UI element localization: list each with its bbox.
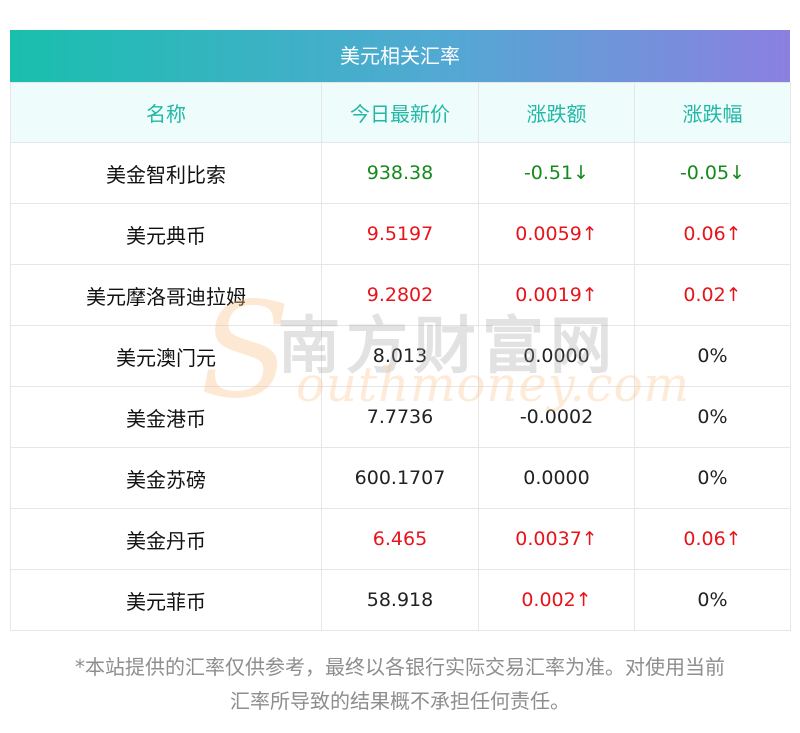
latest-price: 9.5197: [321, 203, 479, 265]
currency-name: 美金苏磅: [10, 447, 322, 509]
table-row: 美金智利比索 938.38 -0.51↓ -0.05↓: [10, 142, 791, 204]
table-row: 美金港币 7.7736 -0.0002 0%: [10, 386, 791, 448]
header-change-amount: 涨跌额: [478, 82, 635, 143]
currency-name: 美金丹币: [10, 508, 322, 570]
table-row: 美元澳门元 8.013 0.0000 0%: [10, 325, 791, 387]
change-percent: 0.06↑: [634, 508, 791, 570]
change-percent: 0%: [634, 569, 791, 631]
disclaimer-line-2: 汇率所导致的结果概不承担任何责任。: [230, 689, 570, 713]
currency-name: 美元澳门元: [10, 325, 322, 387]
change-amount: -0.0002: [478, 386, 635, 448]
disclaimer-note: *本站提供的汇率仅供参考，最终以各银行实际交易汇率为准。对使用当前 汇率所导致的…: [10, 650, 790, 718]
disclaimer-line-1: *本站提供的汇率仅供参考，最终以各银行实际交易汇率为准。对使用当前: [75, 655, 725, 679]
change-percent: 0.06↑: [634, 203, 791, 265]
table-row: 美金丹币 6.465 0.0037↑ 0.06↑: [10, 508, 791, 570]
header-change-percent: 涨跌幅: [634, 82, 791, 143]
table-row: 美元典币 9.5197 0.0059↑ 0.06↑: [10, 203, 791, 265]
rate-table-container: 美元相关汇率 名称 今日最新价 涨跌额 涨跌幅 美金智利比索 938.38 -0…: [10, 30, 791, 631]
latest-price: 9.2802: [321, 264, 479, 326]
change-percent: 0%: [634, 386, 791, 448]
latest-price: 8.013: [321, 325, 479, 387]
change-amount: 0.0037↑: [478, 508, 635, 570]
change-amount: 0.0000: [478, 447, 635, 509]
latest-price: 6.465: [321, 508, 479, 570]
latest-price: 7.7736: [321, 386, 479, 448]
table-title: 美元相关汇率: [10, 30, 790, 82]
change-percent: -0.05↓: [634, 142, 791, 204]
header-latest-price: 今日最新价: [321, 82, 479, 143]
change-amount: 0.0059↑: [478, 203, 635, 265]
change-percent: 0%: [634, 447, 791, 509]
currency-name: 美金港币: [10, 386, 322, 448]
table-row: 美金苏磅 600.1707 0.0000 0%: [10, 447, 791, 509]
table-row: 美元摩洛哥迪拉姆 9.2802 0.0019↑ 0.02↑: [10, 264, 791, 326]
change-percent: 0.02↑: [634, 264, 791, 326]
change-amount: 0.0019↑: [478, 264, 635, 326]
change-percent: 0%: [634, 325, 791, 387]
header-name: 名称: [10, 82, 322, 143]
rate-table: 名称 今日最新价 涨跌额 涨跌幅 美金智利比索 938.38 -0.51↓ -0…: [10, 82, 791, 631]
table-row: 美元菲币 58.918 0.002↑ 0%: [10, 569, 791, 631]
currency-name: 美元典币: [10, 203, 322, 265]
latest-price: 58.918: [321, 569, 479, 631]
change-amount: -0.51↓: [478, 142, 635, 204]
table-header-row: 名称 今日最新价 涨跌额 涨跌幅: [10, 82, 791, 143]
change-amount: 0.0000: [478, 325, 635, 387]
change-amount: 0.002↑: [478, 569, 635, 631]
currency-name: 美元摩洛哥迪拉姆: [10, 264, 322, 326]
latest-price: 938.38: [321, 142, 479, 204]
currency-name: 美金智利比索: [10, 142, 322, 204]
currency-name: 美元菲币: [10, 569, 322, 631]
latest-price: 600.1707: [321, 447, 479, 509]
